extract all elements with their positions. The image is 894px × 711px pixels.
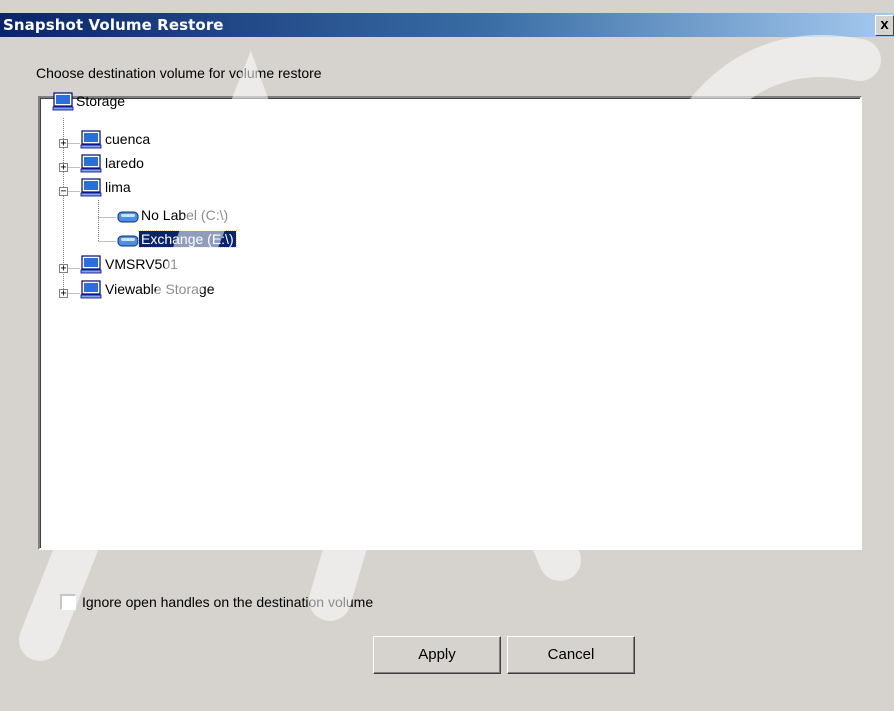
tree-node-label: No Label (C:\) bbox=[141, 207, 229, 223]
expand-icon[interactable]: + bbox=[59, 289, 68, 299]
window-title: Snapshot Volume Restore bbox=[3, 16, 224, 34]
volume-tree[interactable]: Storage + cuenca + laredo − lima No Labe… bbox=[38, 92, 862, 550]
ignore-handles-checkbox[interactable] bbox=[60, 594, 76, 610]
dialog-window: Snapshot Volume Restore x Choose destina… bbox=[0, 0, 894, 711]
expand-icon[interactable]: + bbox=[59, 163, 68, 173]
computer-icon bbox=[80, 255, 102, 280]
ignore-handles-label: Ignore open handles on the destination v… bbox=[82, 594, 374, 610]
drive-icon bbox=[117, 209, 139, 230]
computer-icon bbox=[52, 92, 74, 117]
computer-icon bbox=[80, 178, 102, 203]
tree-node-label-selected: Exchange (E:\) bbox=[138, 230, 237, 248]
tree-node-label: lima bbox=[105, 179, 131, 195]
drive-icon bbox=[117, 233, 139, 254]
expand-icon[interactable]: + bbox=[59, 139, 68, 149]
computer-icon bbox=[80, 154, 102, 179]
cancel-button[interactable]: Cancel bbox=[507, 636, 635, 674]
tree-node-label: laredo bbox=[105, 155, 144, 171]
tree-node-label: VMSRV501 bbox=[105, 256, 178, 272]
expand-icon[interactable]: + bbox=[59, 264, 68, 274]
close-icon: x bbox=[880, 16, 889, 33]
tree-node-label: cuenca bbox=[105, 131, 151, 147]
title-bar[interactable]: Snapshot Volume Restore x bbox=[0, 13, 894, 37]
close-button[interactable]: x bbox=[875, 15, 894, 36]
collapse-icon[interactable]: − bbox=[59, 187, 68, 197]
prompt-text: Choose destination volume for volume res… bbox=[36, 65, 322, 81]
tree-node-label: Viewable Storage bbox=[105, 281, 215, 297]
tree-node-label: Storage bbox=[76, 93, 126, 109]
apply-button[interactable]: Apply bbox=[373, 636, 501, 674]
computer-icon bbox=[80, 280, 102, 305]
computer-icon bbox=[80, 130, 102, 155]
